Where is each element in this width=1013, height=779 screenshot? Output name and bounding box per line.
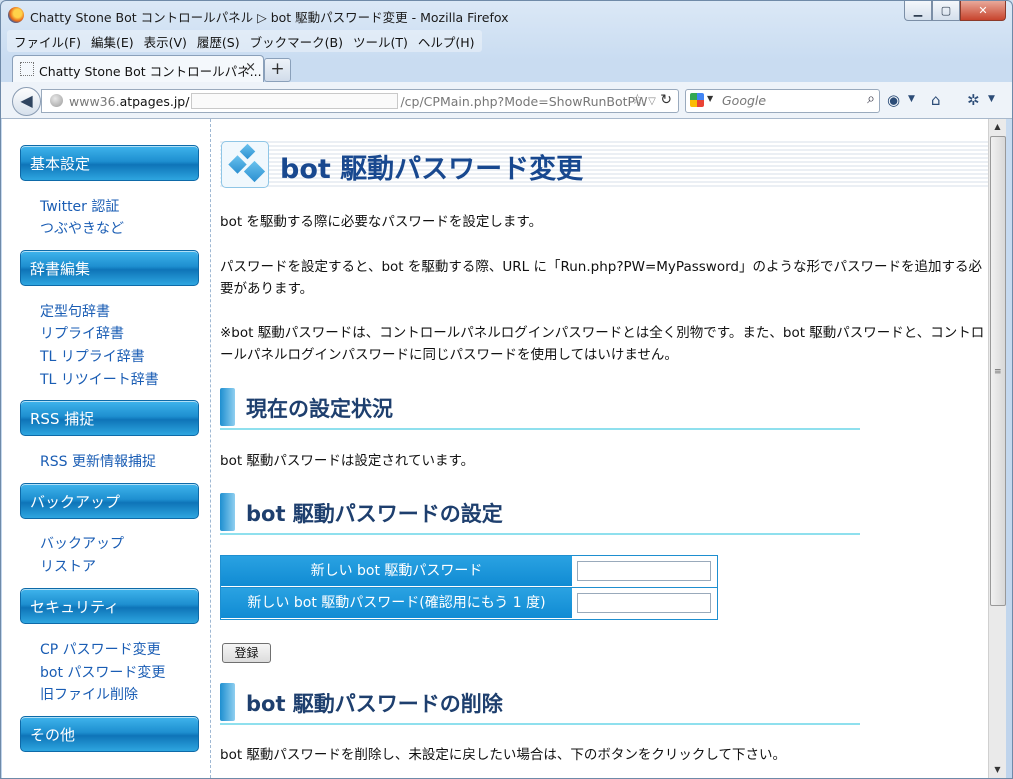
grip-icon: ≡: [994, 367, 1002, 377]
delete-text: bot 駆動パスワードを削除し、未設定に戻したい場合は、下のボタンをクリックして…: [220, 747, 787, 763]
google-icon[interactable]: [690, 93, 704, 107]
menu-edit[interactable]: 編集(E): [86, 30, 139, 52]
menu-view[interactable]: 表示(V): [139, 30, 192, 52]
password-form-table: 新しい bot 駆動パスワード 新しい bot 駆動パスワード(確認用にもう 1…: [220, 555, 718, 620]
tab-bar: Chatty Stone Bot コントロールパネ... × +: [1, 53, 1012, 82]
scroll-thumb[interactable]: ≡: [990, 136, 1006, 606]
url-bar[interactable]: www36.atpages.jp//cp/CPMain.php?Mode=Sho…: [41, 89, 679, 113]
tools-icon[interactable]: ✲: [967, 91, 980, 109]
title-bar: Chatty Stone Bot コントロールパネル ▷ bot 駆動パスワード…: [1, 1, 1012, 29]
section-title: 現在の設定状況: [246, 397, 393, 421]
close-button[interactable]: ✕: [960, 1, 1006, 21]
section-bar: [220, 493, 235, 531]
section-title: bot 駆動パスワードの設定: [246, 502, 503, 526]
intro-text-1: bot を駆動する際に必要なパスワードを設定します。: [220, 214, 543, 230]
section-delete-password: bot 駆動パスワードの削除: [220, 681, 860, 725]
section-title: bot 駆動パスワードの削除: [246, 692, 503, 716]
browser-window: Chatty Stone Bot コントロールパネル ▷ bot 駆動パスワード…: [0, 0, 1013, 779]
scroll-down-icon[interactable]: ▼: [989, 762, 1006, 778]
menu-file[interactable]: ファイル(F): [9, 30, 86, 52]
sidebar-heading-basic: 基本設定: [20, 145, 199, 181]
menu-bar: ファイル(F) 編集(E) 表示(V) 履歴(S) ブックマーク(B) ツール(…: [7, 30, 482, 52]
tab-title: Chatty Stone Bot コントロールパネ...: [39, 64, 262, 79]
new-password-label: 新しい bot 駆動パスワード: [221, 556, 572, 586]
section-current-status: 現在の設定状況: [220, 386, 860, 430]
sidebar-link-cp-password[interactable]: CP パスワード変更: [40, 639, 161, 659]
intro-text-2: パスワードを設定すると、bot を駆動する際、URL に「Run.php?PW=…: [220, 259, 982, 297]
sidebar-heading-backup: バックアップ: [20, 483, 199, 519]
sidebar-link-restore[interactable]: リストア: [40, 556, 96, 576]
status-text: bot 駆動パスワードは設定されています。: [220, 453, 475, 469]
sidebar-heading-security: セキュリティ: [20, 588, 199, 624]
sidebar-link-rss-capture[interactable]: RSS 更新情報捕捉: [40, 451, 156, 471]
intro-text-3: ※bot 駆動パスワードは、コントロールパネルログインパスワードとは全く別物です…: [220, 325, 985, 363]
addon-dropdown-icon[interactable]: ▼: [908, 94, 915, 104]
search-icon[interactable]: ⌕: [867, 91, 875, 107]
firefox-icon: [8, 7, 24, 23]
sidebar-link-phrase-dict[interactable]: 定型句辞書: [40, 301, 110, 321]
new-password-input[interactable]: [577, 561, 711, 581]
sidebar-heading-other: その他: [20, 716, 199, 752]
back-button[interactable]: ◀: [12, 87, 41, 116]
search-input[interactable]: Google: [722, 93, 766, 108]
sidebar-heading-rss: RSS 捕捉: [20, 400, 199, 436]
confirm-password-row: 新しい bot 駆動パスワード(確認用にもう 1 度): [221, 587, 717, 619]
minimize-button[interactable]: ▁: [904, 1, 932, 21]
sidebar: 基本設定 Twitter 認証 つぶやきなど 辞書編集 定型句辞書 リプライ辞書…: [2, 119, 211, 778]
sidebar-link-twitter-auth[interactable]: Twitter 認証: [40, 196, 119, 216]
menu-help[interactable]: ヘルプ(H): [413, 30, 480, 52]
maximize-button[interactable]: ▢: [932, 1, 960, 21]
tab-active[interactable]: Chatty Stone Bot コントロールパネ... ×: [12, 55, 264, 82]
sidebar-heading-dictionary: 辞書編集: [20, 250, 199, 286]
menu-bookmarks[interactable]: ブックマーク(B): [245, 30, 348, 52]
new-password-row: 新しい bot 駆動パスワード: [221, 556, 717, 587]
sidebar-link-old-files[interactable]: 旧ファイル削除: [40, 684, 138, 704]
arrow-left-icon: ◀: [20, 91, 33, 110]
sidebar-link-bot-password[interactable]: bot パスワード変更: [40, 662, 165, 682]
reload-icon[interactable]: ↻: [660, 92, 672, 108]
new-tab-button[interactable]: +: [264, 58, 291, 82]
menu-tools[interactable]: ツール(T): [348, 30, 413, 52]
section-bar: [220, 683, 235, 721]
dropdown-icon[interactable]: ▽: [648, 96, 656, 107]
confirm-password-input[interactable]: [577, 593, 711, 613]
register-button[interactable]: 登録: [222, 643, 271, 663]
page-title: bot 駆動パスワード変更: [280, 154, 584, 185]
url-tools: ☆ ▽ ↻: [631, 92, 672, 108]
vertical-scrollbar[interactable]: ▲ ≡ ▼: [988, 119, 1006, 778]
section-set-password: bot 駆動パスワードの設定: [220, 491, 860, 535]
page-icon: [20, 62, 34, 76]
engine-dropdown-icon[interactable]: ▼: [707, 94, 713, 103]
navigation-bar: ◀ www36.atpages.jp//cp/CPMain.php?Mode=S…: [1, 82, 1012, 119]
addon-icon[interactable]: ◉: [887, 91, 900, 109]
tab-close-icon[interactable]: ×: [245, 60, 256, 75]
sidebar-link-tl-reply-dict[interactable]: TL リプライ辞書: [40, 346, 145, 366]
page-content: 基本設定 Twitter 認証 つぶやきなど 辞書編集 定型句辞書 リプライ辞書…: [2, 119, 988, 778]
url-text: www36.atpages.jp//cp/CPMain.php?Mode=Sho…: [69, 93, 648, 109]
globe-icon: [50, 94, 63, 107]
sidebar-link-reply-dict[interactable]: リプライ辞書: [40, 323, 124, 343]
sidebar-link-tl-retweet-dict[interactable]: TL リツイート辞書: [40, 369, 159, 389]
redacted-box: [191, 93, 399, 109]
section-bar: [220, 388, 235, 426]
menu-history[interactable]: 履歴(S): [192, 30, 245, 52]
search-bar[interactable]: ▼ Google ⌕: [685, 89, 880, 113]
tools-dropdown-icon[interactable]: ▼: [988, 94, 995, 104]
page-header: bot 駆動パスワード変更: [220, 139, 988, 189]
home-icon[interactable]: ⌂: [931, 91, 941, 109]
sidebar-link-tweets[interactable]: つぶやきなど: [40, 218, 124, 238]
star-icon[interactable]: ☆: [631, 92, 644, 108]
scroll-up-icon[interactable]: ▲: [989, 119, 1006, 135]
window-title: Chatty Stone Bot コントロールパネル ▷ bot 駆動パスワード…: [30, 10, 509, 25]
sidebar-link-backup[interactable]: バックアップ: [40, 533, 124, 553]
confirm-password-label: 新しい bot 駆動パスワード(確認用にもう 1 度): [221, 588, 572, 618]
diamond-logo-icon: [221, 141, 269, 188]
window-controls: ▁ ▢ ✕: [904, 1, 1006, 21]
